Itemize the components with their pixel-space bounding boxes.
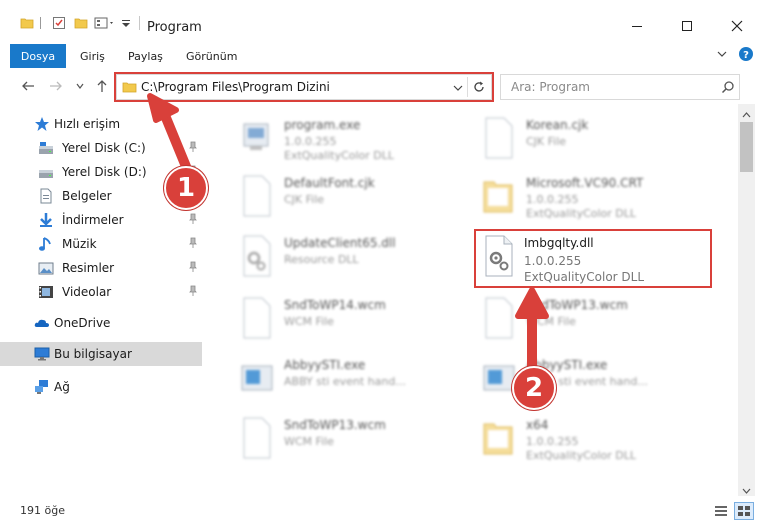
arrow-2-head	[515, 287, 549, 319]
step-badge-2: 2	[512, 366, 556, 410]
step-badge-1: 1	[164, 166, 208, 210]
arrow-1-head	[147, 93, 179, 123]
annotation-arrows	[147, 93, 549, 371]
